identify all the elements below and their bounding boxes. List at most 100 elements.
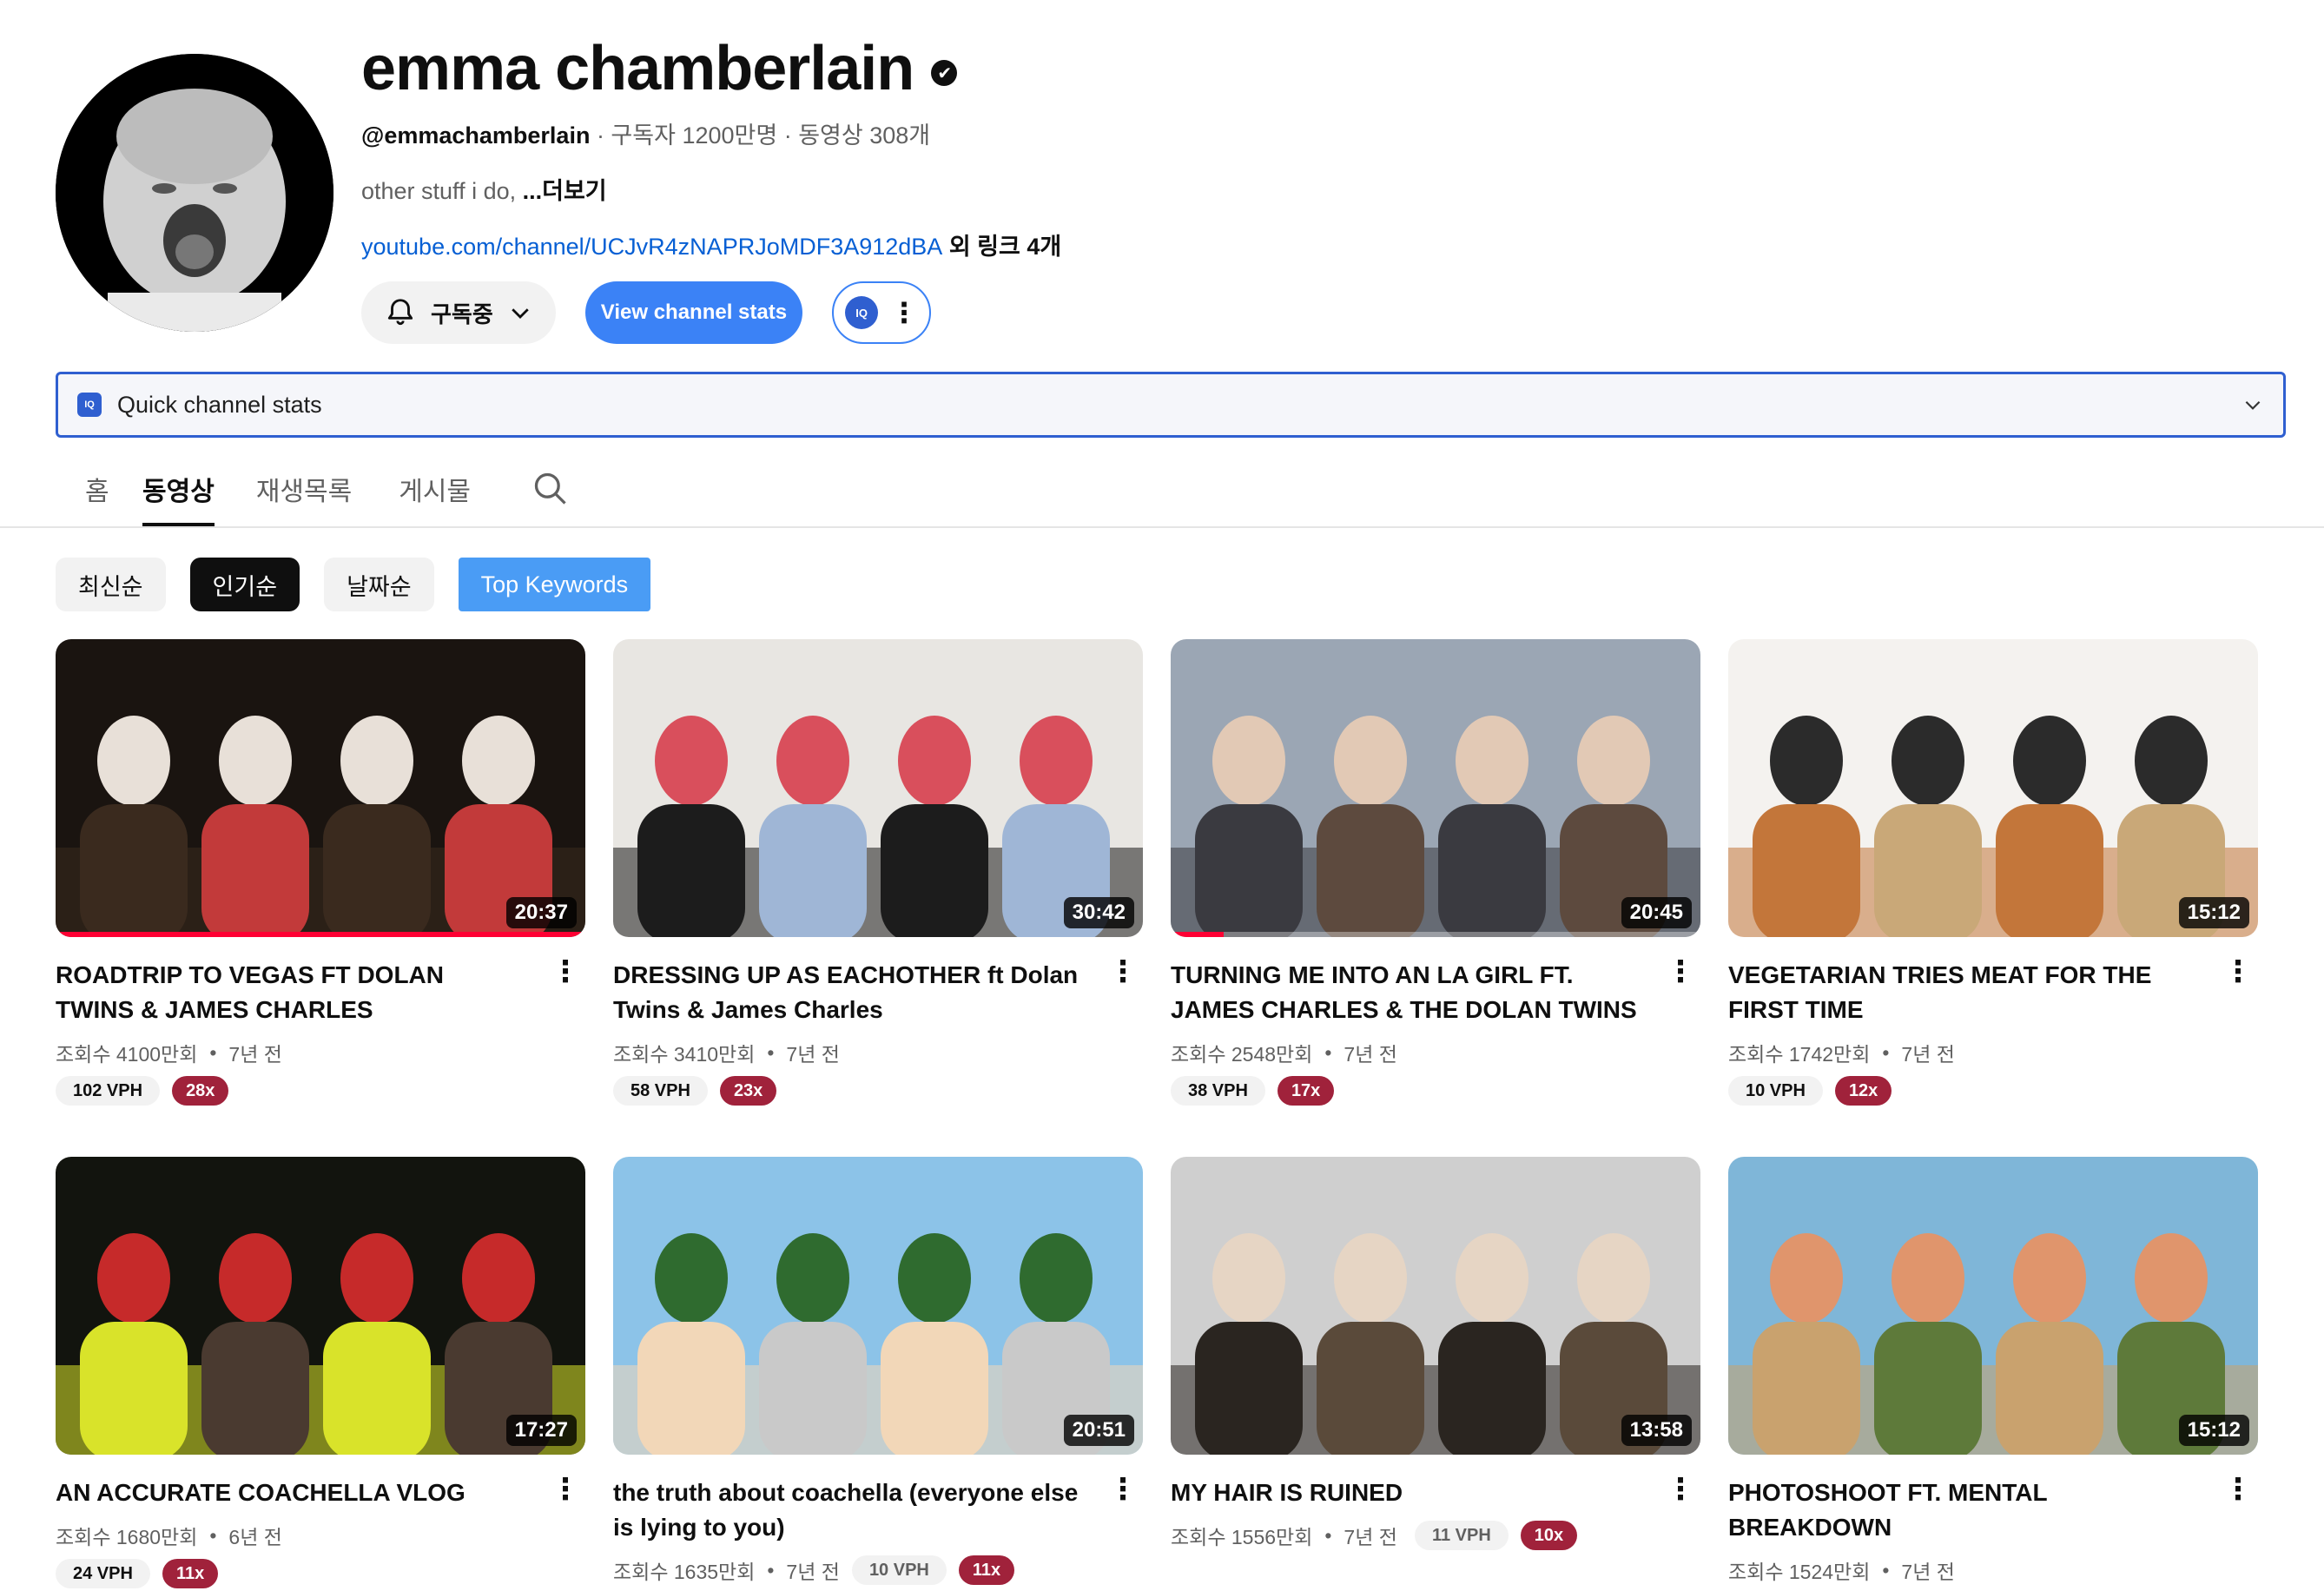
video-age: 7년 전 (1344, 1526, 1397, 1548)
dot-separator: • (209, 1523, 217, 1547)
thumbnail-image (613, 639, 1143, 937)
channel-name-text: emma chamberlain (361, 34, 914, 103)
outlier-multiplier-badge: 10x (1520, 1521, 1578, 1550)
vph-badge: 38 VPH (1171, 1076, 1265, 1106)
video-menu-icon[interactable]: ⋮ (1108, 957, 1138, 987)
outlier-multiplier-badge: 11x (162, 1559, 219, 1588)
video-duration: 30:42 (1063, 897, 1134, 928)
channel-meta: @emmachamberlain · 구독자 1200만명 · 동영상 308개 (361, 116, 930, 150)
video-thumbnail[interactable]: 17:27 (56, 1157, 585, 1455)
video-card[interactable]: 20:51 the truth about coachella (everyon… (613, 1157, 1143, 1591)
video-duration: 13:58 (1621, 1415, 1692, 1446)
sort-chips: 최신순 인기순 날짜순 Top Keywords (56, 558, 651, 611)
video-duration: 20:37 (505, 897, 577, 928)
video-thumbnail[interactable]: 20:45 (1171, 639, 1700, 937)
video-stats: 조회수 2548만회 • 7년 전 (1171, 1038, 1700, 1067)
view-channel-stats-label: View channel stats (600, 300, 788, 324)
video-card[interactable]: 15:12 PHOTOSHOOT FT. MENTAL BREAKDOWN ⋮ … (1728, 1157, 2258, 1591)
video-menu-icon[interactable]: ⋮ (551, 1475, 580, 1504)
chip-latest[interactable]: 최신순 (56, 558, 166, 611)
video-stats: 조회수 1524만회 • 7년 전 (1728, 1555, 2258, 1585)
video-menu-icon[interactable]: ⋮ (2223, 1475, 2253, 1504)
dot-separator: • (1324, 1523, 1332, 1547)
video-age: 7년 전 (786, 1043, 840, 1066)
video-title[interactable]: ROADTRIP TO VEGAS FT DOLAN TWINS & JAMES… (56, 958, 525, 1027)
video-card[interactable]: 20:37 ROADTRIP TO VEGAS FT DOLAN TWINS &… (56, 639, 585, 1157)
video-duration: 20:51 (1063, 1415, 1134, 1446)
quick-channel-stats-bar[interactable]: IQ Quick channel stats (56, 372, 2286, 438)
video-age: 7년 전 (1901, 1043, 1955, 1066)
verified-icon: ✔ (931, 60, 958, 86)
search-icon[interactable] (531, 470, 570, 508)
video-thumbnail[interactable]: 13:58 (1171, 1157, 1700, 1455)
chip-popular[interactable]: 인기순 (189, 558, 300, 611)
tab-videos[interactable]: 동영상 (142, 452, 215, 526)
dot-separator: • (767, 1040, 775, 1064)
video-age: 7년 전 (786, 1561, 840, 1583)
video-age: 6년 전 (228, 1526, 282, 1548)
video-title[interactable]: VEGETARIAN TRIES MEAT FOR THE FIRST TIME (1728, 958, 2197, 1027)
video-menu-icon[interactable]: ⋮ (1666, 957, 1695, 987)
channel-actions: 구독중 View channel stats IQ ⋮ (361, 281, 932, 344)
channel-url-link[interactable]: youtube.com/channel/UCJvR4zNAPRJoMDF3A91… (361, 234, 942, 260)
video-thumbnail[interactable]: 20:51 (613, 1157, 1143, 1455)
tab-posts[interactable]: 게시물 (399, 452, 471, 526)
video-badges: 58 VPH 23x (613, 1076, 1143, 1106)
dot-separator: • (1882, 1040, 1890, 1064)
video-duration: 15:12 (2178, 1415, 2249, 1446)
chip-top-keywords[interactable]: Top Keywords (458, 558, 651, 611)
dot-separator: • (767, 1558, 775, 1581)
outlier-multiplier-badge: 28x (172, 1076, 229, 1106)
video-menu-icon[interactable]: ⋮ (1108, 1475, 1138, 1504)
video-thumbnail[interactable]: 15:12 (1728, 639, 2258, 937)
video-card[interactable]: 15:12 VEGETARIAN TRIES MEAT FOR THE FIRS… (1728, 639, 2258, 1157)
vph-badge: 102 VPH (56, 1076, 161, 1106)
view-channel-stats-button[interactable]: View channel stats (584, 281, 803, 344)
tabs-divider (0, 526, 2324, 528)
other-links[interactable]: 외 링크 4개 (942, 234, 1061, 260)
video-badges: 24 VPH 11x (56, 1559, 585, 1588)
video-thumbnail[interactable]: 20:37 (56, 639, 585, 937)
video-card[interactable]: 13:58 MY HAIR IS RUINED ⋮ 조회수 1556만회 • 7… (1171, 1157, 1700, 1591)
video-views: 조회수 1524만회 (1728, 1561, 1871, 1583)
channel-avatar[interactable] (56, 54, 333, 332)
video-card[interactable]: 30:42 DRESSING UP AS EACHOTHER ft Dolan … (613, 639, 1143, 1157)
video-card[interactable]: 20:45 TURNING ME INTO AN LA GIRL FT. JAM… (1171, 639, 1700, 1157)
more-vert-icon: ⋮ (890, 297, 919, 328)
video-thumbnail[interactable]: 30:42 (613, 639, 1143, 937)
video-views: 조회수 2548만회 (1171, 1043, 1313, 1066)
watch-progress-bar (56, 932, 585, 937)
video-menu-icon[interactable]: ⋮ (1666, 1475, 1695, 1504)
video-title[interactable]: PHOTOSHOOT FT. MENTAL BREAKDOWN (1728, 1475, 2197, 1545)
watch-progress-track (1171, 932, 1700, 937)
video-title[interactable]: TURNING ME INTO AN LA GIRL FT. JAMES CHA… (1171, 958, 1640, 1027)
subscribed-button[interactable]: 구독중 (361, 281, 556, 344)
subscribed-label: 구독중 (431, 300, 493, 327)
video-grid: 20:37 ROADTRIP TO VEGAS FT DOLAN TWINS &… (56, 639, 2261, 1591)
video-card[interactable]: 17:27 AN ACCURATE COACHELLA VLOG ⋮ 조회수 1… (56, 1157, 585, 1591)
video-title[interactable]: the truth about coachella (everyone else… (613, 1475, 1082, 1545)
video-title[interactable]: DRESSING UP AS EACHOTHER ft Dolan Twins … (613, 958, 1082, 1027)
vph-badge: 10 VPH (1728, 1076, 1823, 1106)
thumbnail-image (613, 1157, 1143, 1455)
video-menu-icon[interactable]: ⋮ (2223, 957, 2253, 987)
channel-description[interactable]: other stuff i do, ...더보기 (361, 172, 607, 206)
video-title[interactable]: AN ACCURATE COACHELLA VLOG (56, 1475, 525, 1510)
video-title[interactable]: MY HAIR IS RUINED (1171, 1475, 1640, 1510)
thumbnail-image (1728, 1157, 2258, 1455)
video-views: 조회수 4100만회 (56, 1043, 198, 1066)
more-link[interactable]: ...더보기 (523, 178, 607, 204)
thumbnail-image (56, 1157, 585, 1455)
video-thumbnail[interactable]: 15:12 (1728, 1157, 2258, 1455)
video-stats: 조회수 1742만회 • 7년 전 (1728, 1038, 2258, 1067)
video-views: 조회수 3410만회 (613, 1043, 756, 1066)
video-menu-icon[interactable]: ⋮ (551, 957, 580, 987)
outlier-multiplier-badge: 17x (1277, 1076, 1335, 1106)
thumbnail-image (1171, 639, 1700, 937)
channel-handle: @emmachamberlain (361, 122, 591, 149)
iq-menu-button[interactable]: IQ ⋮ (832, 281, 932, 344)
bell-icon (387, 299, 413, 326)
tab-playlists[interactable]: 재생목록 (256, 452, 352, 526)
video-badges: 11 VPH 10x (1414, 1521, 1578, 1550)
chip-oldest[interactable]: 날짜순 (324, 558, 434, 611)
